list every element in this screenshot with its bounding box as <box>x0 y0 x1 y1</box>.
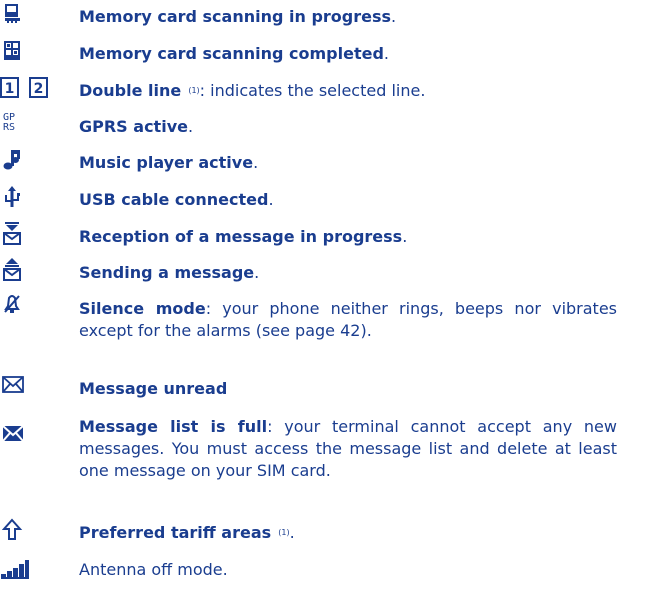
item-description: . <box>383 44 389 63</box>
item-title: Double line <box>79 81 182 100</box>
item-title: Silence mode <box>79 299 206 318</box>
message-receiving-icon <box>0 220 60 246</box>
item-title: Message unread <box>79 379 228 398</box>
double-line-icon: 1 2 <box>0 74 60 100</box>
gprs-icon: GP RS <box>0 110 60 136</box>
item-description: . <box>402 227 408 246</box>
item-description: Antenna off mode. <box>79 560 228 579</box>
usb-icon <box>0 183 60 209</box>
item-title: Memory card scanning completed <box>79 44 384 63</box>
item-description: . <box>289 523 295 542</box>
footnote-marker: (1) <box>188 86 200 95</box>
item-description: . <box>391 7 397 26</box>
item-title: Message list is full <box>79 417 268 436</box>
item-title: Music player active <box>79 153 254 172</box>
item-description: . <box>254 263 260 282</box>
message-list-full-icon <box>0 410 60 442</box>
item-title: Memory card scanning in progress <box>79 7 392 26</box>
item-title: Preferred tariff areas <box>79 523 272 542</box>
memory-card-scanning-icon <box>0 0 60 26</box>
message-unread-icon <box>0 372 60 398</box>
item-description: : indicates the selected line. <box>199 81 426 100</box>
preferred-tariff-icon <box>0 516 60 542</box>
memory-card-completed-icon <box>0 37 60 63</box>
svg-text:1: 1 <box>5 81 15 97</box>
item-title: USB cable connected <box>79 190 269 209</box>
gprs-glyph: GP RS <box>3 112 16 133</box>
item-description: . <box>268 190 274 209</box>
item-description: . <box>253 153 259 172</box>
svg-text:2: 2 <box>34 81 44 97</box>
message-sending-icon <box>0 256 60 282</box>
item-description: . <box>187 117 194 136</box>
item-title: Reception of a message in progress <box>79 227 403 246</box>
item-title: Sending a message <box>79 263 255 282</box>
item-title: GPRS active <box>79 117 188 136</box>
music-note-icon <box>0 146 60 172</box>
footnote-marker: (1) <box>278 528 290 537</box>
silence-mode-icon <box>0 292 60 318</box>
antenna-off-icon <box>0 553 60 579</box>
